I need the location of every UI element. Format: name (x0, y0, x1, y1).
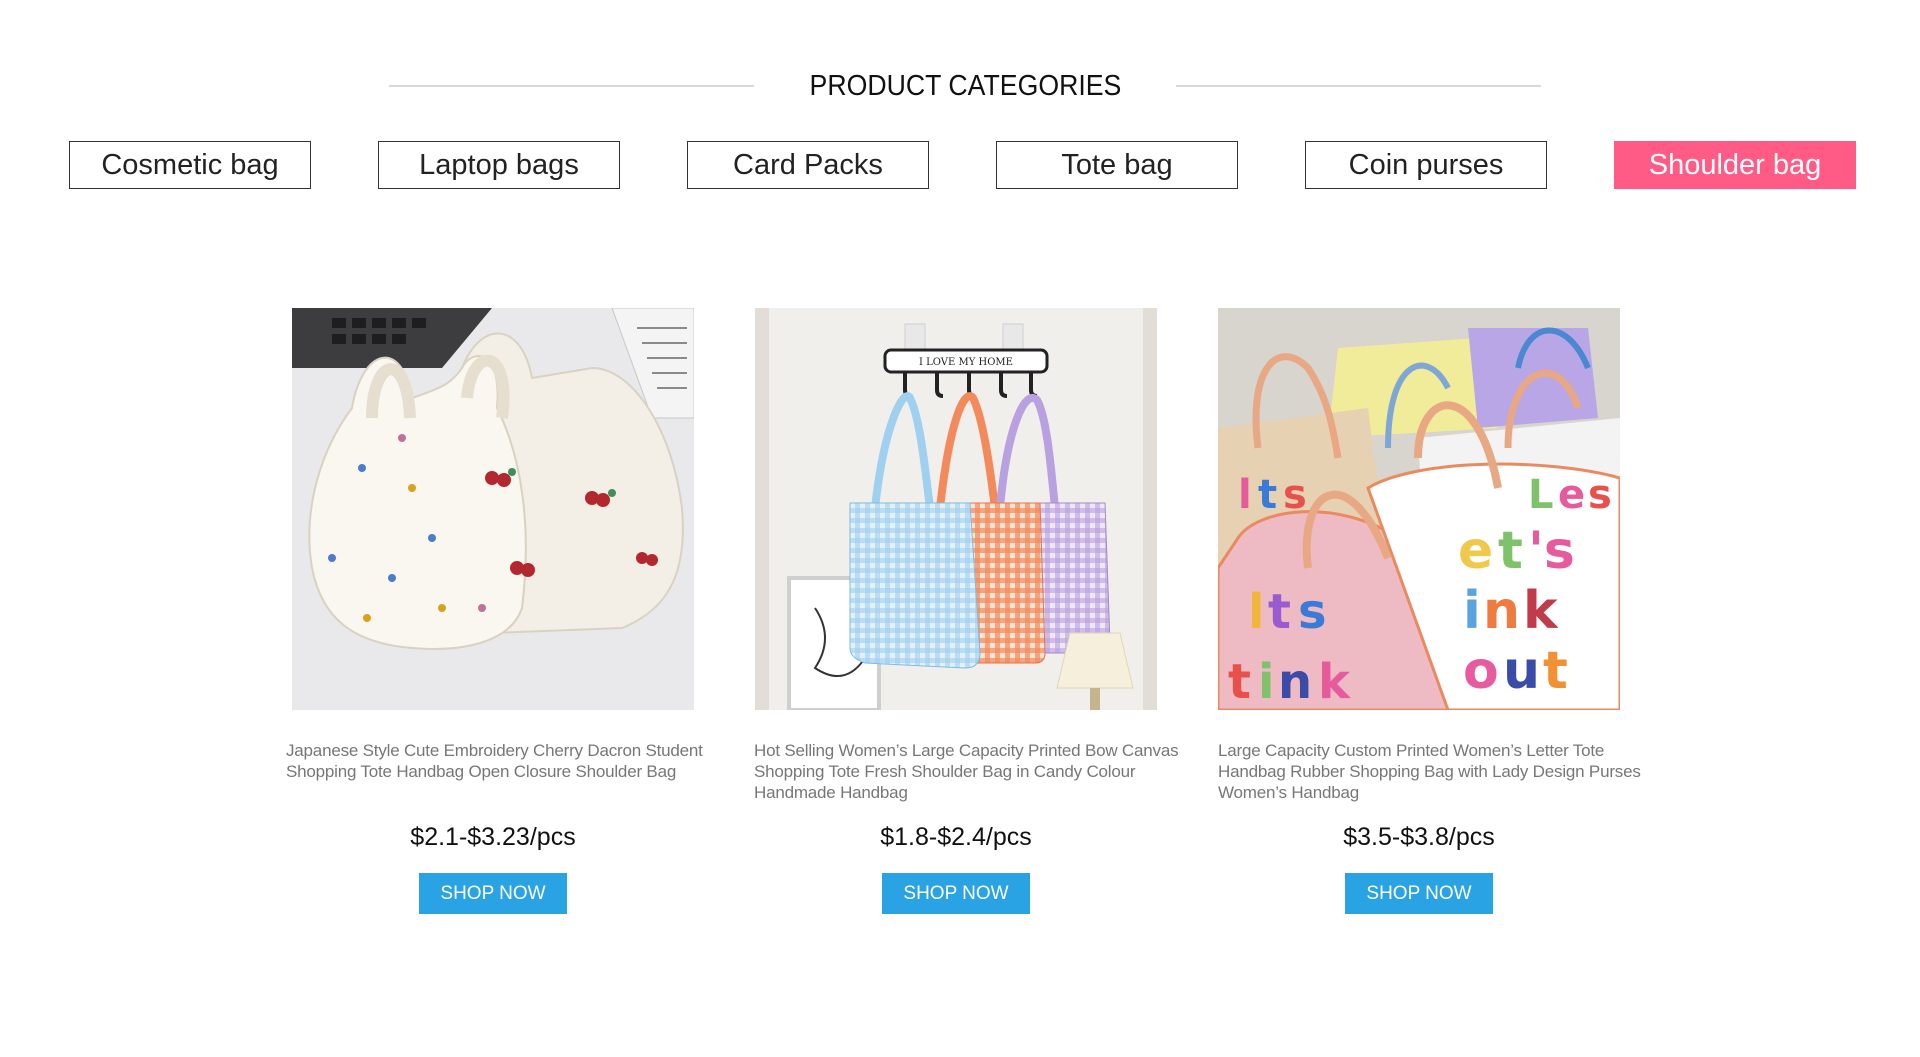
svg-text:l: l (1248, 584, 1264, 640)
product-image-gingham-totes[interactable]: I LOVE MY HOME (755, 308, 1157, 710)
tab-card-packs[interactable]: Card Packs (687, 141, 929, 189)
svg-text:e: e (1558, 472, 1585, 518)
shop-now-button[interactable]: SHOP NOW (882, 873, 1030, 914)
embroidered-tote-illustration (292, 308, 694, 710)
svg-text:t: t (1228, 654, 1251, 710)
svg-text:t: t (1498, 521, 1523, 581)
letter-tote-illustration: e t 's i n k o u t l t s t i n k l t s L… (1218, 308, 1620, 710)
svg-text:t: t (1258, 472, 1277, 518)
svg-text:k: k (1318, 654, 1351, 710)
svg-text:t: t (1268, 584, 1291, 640)
svg-text:i: i (1258, 654, 1274, 710)
product-title[interactable]: Large Capacity Custom Printed Women’s Le… (1218, 740, 1663, 803)
section-title: PRODUCT CATEGORIES (809, 69, 1121, 102)
svg-text:s: s (1283, 472, 1307, 518)
svg-text:u: u (1503, 641, 1540, 701)
svg-text:k: k (1523, 581, 1559, 641)
tab-cosmetic-bag[interactable]: Cosmetic bag (69, 141, 311, 189)
product-title[interactable]: Japanese Style Cute Embroidery Cherry Da… (286, 740, 731, 782)
product-categories-section: PRODUCT CATEGORIES Cosmetic bag Laptop b… (0, 0, 1920, 1057)
product-image-letter-totes[interactable]: e t 's i n k o u t l t s t i n k l t s L… (1218, 308, 1620, 710)
shop-now-button[interactable]: SHOP NOW (1345, 873, 1493, 914)
svg-text:n: n (1278, 654, 1312, 710)
svg-text:i: i (1463, 581, 1481, 641)
svg-text:t: t (1543, 641, 1568, 701)
heading-divider-right (1176, 85, 1542, 87)
product-price: $1.8-$2.4/pcs (880, 823, 1032, 851)
section-heading: PRODUCT CATEGORIES (389, 62, 1542, 110)
svg-text:e: e (1458, 521, 1493, 581)
tab-shoulder-bag[interactable]: Shoulder bag (1614, 141, 1856, 189)
svg-text:n: n (1483, 581, 1520, 641)
heading-divider-left (389, 85, 754, 87)
svg-text:s: s (1298, 584, 1327, 640)
product-price: $2.1-$3.23/pcs (410, 823, 576, 851)
svg-text:'s: 's (1528, 521, 1575, 581)
svg-text:L: L (1528, 472, 1554, 518)
product-title[interactable]: Hot Selling Women’s Large Capacity Print… (754, 740, 1199, 803)
product-price: $3.5-$3.8/pcs (1343, 823, 1495, 851)
tab-coin-purses[interactable]: Coin purses (1305, 141, 1547, 189)
shop-now-button[interactable]: SHOP NOW (419, 873, 567, 914)
tab-laptop-bags[interactable]: Laptop bags (378, 141, 620, 189)
gingham-tote-illustration: I LOVE MY HOME (755, 308, 1157, 710)
svg-text:o: o (1463, 641, 1499, 701)
product-image-embroidered-tote[interactable] (292, 308, 694, 710)
hook-sign-text: I LOVE MY HOME (919, 357, 1013, 368)
svg-text:s: s (1588, 472, 1612, 518)
tab-tote-bag[interactable]: Tote bag (996, 141, 1238, 189)
category-tabs: Cosmetic bag Laptop bags Card Packs Tote… (69, 141, 1862, 191)
svg-text:l: l (1238, 472, 1252, 518)
